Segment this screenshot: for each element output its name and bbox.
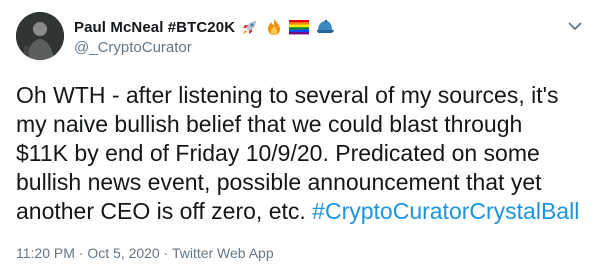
meta-separator: · [159,245,172,261]
tweet-time[interactable]: 11:20 PM [16,245,75,261]
tweet-text-line: Oh WTH - after listening to several of m… [16,82,559,108]
fire-icon [265,18,283,36]
display-name[interactable]: Paul McNeal #BTC20K [74,19,235,36]
tweet-card: Paul McNeal #BTC20K @_CryptoCurator Oh W… [0,0,601,277]
chevron-down-icon[interactable] [566,17,584,35]
rainbow-flag-icon [289,19,310,35]
tweet-text-line: bullish news event, possible announcemen… [16,169,542,195]
user-info: Paul McNeal #BTC20K @_CryptoCurator [74,17,335,56]
meta-separator: · [74,245,88,261]
avatar[interactable] [16,12,64,60]
tweet-metadata: 11:20 PM · Oct 5, 2020 · Twitter Web App [16,245,274,261]
rocket-icon [241,18,259,36]
tweet-text-line: $11K by end of Friday 10/9/20. Predicate… [16,140,540,166]
tweet-date[interactable]: Oct 5, 2020 [87,245,159,261]
user-handle[interactable]: @_CryptoCurator [74,39,335,56]
tweet-text-line: another CEO is off zero, etc. [16,198,313,224]
tweet-text: Oh WTH - after listening to several of m… [16,81,582,226]
name-line: Paul McNeal #BTC20K [74,17,335,37]
tweet-source: Twitter Web App [171,245,274,261]
blue-cap-icon [315,18,335,36]
avatar-image [16,12,64,60]
hashtag-link[interactable]: #CryptoCuratorCrystalBall [312,198,579,224]
tweet-text-line: my naive bullish belief that we could bl… [16,111,523,137]
